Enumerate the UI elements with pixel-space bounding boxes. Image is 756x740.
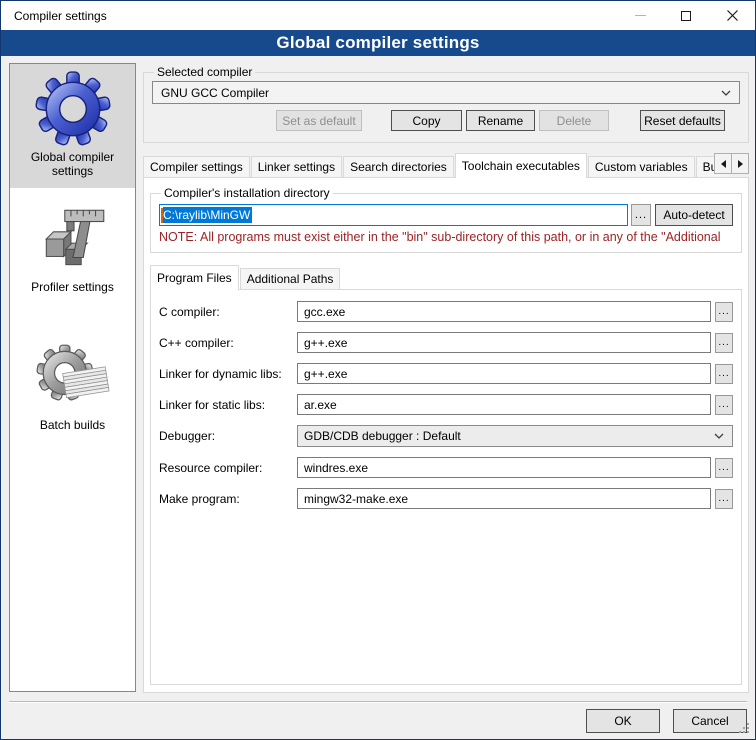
toolchain-executables-page: Compiler's installation directory C:\ray… bbox=[143, 177, 749, 693]
make-program-browse-button[interactable]: ... bbox=[715, 489, 733, 509]
copy-button[interactable]: Copy bbox=[391, 110, 462, 131]
resource-compiler-row: Resource compiler: windres.exe ... bbox=[159, 457, 733, 478]
resource-compiler-input[interactable]: windres.exe bbox=[297, 457, 711, 478]
cpp-compiler-browse-button[interactable]: ... bbox=[715, 333, 733, 353]
blue-gear-icon bbox=[34, 70, 112, 148]
delete-button[interactable]: Delete bbox=[539, 110, 609, 131]
sidebar-item-label: Global compiler settings bbox=[14, 150, 131, 178]
program-tabs: Program Files Additional Paths bbox=[150, 264, 742, 289]
reset-defaults-button[interactable]: Reset defaults bbox=[640, 110, 725, 131]
set-as-default-button[interactable]: Set as default bbox=[276, 110, 362, 131]
compiler-buttons-row: Set as default Copy Rename Delete Reset … bbox=[152, 110, 740, 131]
field-label: Debugger: bbox=[159, 429, 297, 443]
close-button[interactable] bbox=[709, 1, 755, 30]
maximize-icon bbox=[681, 11, 691, 21]
tab-program-files[interactable]: Program Files bbox=[150, 265, 239, 290]
arrow-left-icon bbox=[721, 160, 726, 168]
sidebar-item-profiler-settings[interactable]: Profiler settings bbox=[10, 194, 135, 304]
installation-directory-row: C:\raylib\MinGW ... Auto-detect bbox=[159, 204, 733, 226]
ok-button[interactable]: OK bbox=[586, 709, 660, 733]
linker-static-browse-button[interactable]: ... bbox=[715, 395, 733, 415]
compiler-settings-window: Compiler settings Global compiler settin… bbox=[0, 0, 756, 740]
installation-directory-input[interactable]: C:\raylib\MinGW bbox=[159, 204, 628, 226]
caliper-icon bbox=[34, 200, 112, 278]
browse-directory-button[interactable]: ... bbox=[631, 204, 651, 226]
auto-detect-button[interactable]: Auto-detect bbox=[655, 204, 733, 226]
c-compiler-row: C compiler: gcc.exe ... bbox=[159, 301, 733, 322]
titlebar: Compiler settings bbox=[1, 1, 755, 30]
program-files-page: C compiler: gcc.exe ... C++ compiler: g+… bbox=[150, 289, 742, 685]
tab-linker-settings[interactable]: Linker settings bbox=[251, 156, 342, 177]
field-value: g++.exe bbox=[304, 367, 347, 381]
rename-button[interactable]: Rename bbox=[466, 110, 535, 131]
c-compiler-input[interactable]: gcc.exe bbox=[297, 301, 711, 322]
arrow-right-icon bbox=[738, 160, 743, 168]
linker-dynamic-input[interactable]: g++.exe bbox=[297, 363, 711, 384]
tab-custom-variables[interactable]: Custom variables bbox=[588, 156, 695, 177]
tab-search-directories[interactable]: Search directories bbox=[343, 156, 454, 177]
field-label: Make program: bbox=[159, 492, 297, 506]
tab-additional-paths[interactable]: Additional Paths bbox=[240, 268, 341, 289]
field-value: windres.exe bbox=[304, 461, 368, 475]
minimize-button[interactable] bbox=[617, 1, 663, 30]
maximize-button[interactable] bbox=[663, 1, 709, 30]
linker-static-input[interactable]: ar.exe bbox=[297, 394, 711, 415]
c-compiler-browse-button[interactable]: ... bbox=[715, 302, 733, 322]
cpp-compiler-row: C++ compiler: g++.exe ... bbox=[159, 332, 733, 353]
selected-compiler-group-label: Selected compiler bbox=[154, 65, 255, 79]
close-icon bbox=[727, 10, 738, 21]
field-value: mingw32-make.exe bbox=[304, 492, 408, 506]
field-label: Linker for static libs: bbox=[159, 398, 297, 412]
field-label: C++ compiler: bbox=[159, 336, 297, 350]
dialog-banner: Global compiler settings bbox=[1, 30, 755, 56]
tab-compiler-settings[interactable]: Compiler settings bbox=[143, 156, 250, 177]
linker-dynamic-row: Linker for dynamic libs: g++.exe ... bbox=[159, 363, 733, 384]
compiler-select[interactable]: GNU GCC Compiler bbox=[152, 81, 740, 104]
debugger-select[interactable]: GDB/CDB debugger : Default bbox=[297, 425, 733, 447]
chevron-down-icon bbox=[714, 433, 724, 439]
gray-gear-stack-icon bbox=[34, 338, 112, 416]
linker-static-row: Linker for static libs: ar.exe ... bbox=[159, 394, 733, 415]
installation-directory-value: C:\raylib\MinGW bbox=[163, 207, 252, 223]
field-value: gcc.exe bbox=[304, 305, 345, 319]
selected-compiler-group: Selected compiler GNU GCC Compiler Set a… bbox=[143, 65, 749, 143]
tab-toolchain-executables[interactable]: Toolchain executables bbox=[455, 153, 587, 178]
resize-grip[interactable] bbox=[739, 723, 741, 725]
sidebar-item-label: Batch builds bbox=[14, 418, 131, 432]
field-value: ar.exe bbox=[304, 398, 337, 412]
debugger-select-value: GDB/CDB debugger : Default bbox=[304, 429, 461, 443]
field-label: Linker for dynamic libs: bbox=[159, 367, 297, 381]
settings-tabs: Compiler settings Linker settings Search… bbox=[143, 152, 749, 177]
debugger-row: Debugger: GDB/CDB debugger : Default bbox=[159, 425, 733, 447]
window-title: Compiler settings bbox=[1, 9, 107, 23]
field-label: C compiler: bbox=[159, 305, 297, 319]
settings-category-list: Global compiler settings bbox=[9, 63, 136, 692]
window-controls bbox=[617, 1, 755, 30]
minimize-icon bbox=[635, 15, 646, 16]
sidebar-item-label: Profiler settings bbox=[14, 280, 131, 294]
bin-subdirectory-note: NOTE: All programs must exist either in … bbox=[159, 230, 733, 244]
resource-compiler-browse-button[interactable]: ... bbox=[715, 458, 733, 478]
tab-scroll-left-button[interactable] bbox=[714, 153, 732, 174]
installation-directory-group: Compiler's installation directory C:\ray… bbox=[150, 186, 742, 253]
field-label: Resource compiler: bbox=[159, 461, 297, 475]
chevron-down-icon bbox=[721, 90, 731, 96]
main-panel: Selected compiler GNU GCC Compiler Set a… bbox=[143, 63, 749, 692]
field-value: g++.exe bbox=[304, 336, 347, 350]
make-program-row: Make program: mingw32-make.exe ... bbox=[159, 488, 733, 509]
compiler-select-value: GNU GCC Compiler bbox=[161, 86, 269, 100]
cancel-button[interactable]: Cancel bbox=[673, 709, 747, 733]
linker-dynamic-browse-button[interactable]: ... bbox=[715, 364, 733, 384]
sidebar-item-batch-builds[interactable]: Batch builds bbox=[10, 332, 135, 442]
sidebar-item-global-compiler-settings[interactable]: Global compiler settings bbox=[10, 64, 135, 188]
footer-divider bbox=[9, 701, 747, 703]
make-program-input[interactable]: mingw32-make.exe bbox=[297, 488, 711, 509]
installation-directory-group-label: Compiler's installation directory bbox=[161, 186, 333, 200]
cpp-compiler-input[interactable]: g++.exe bbox=[297, 332, 711, 353]
tab-scroll-right-button[interactable] bbox=[731, 153, 749, 174]
tab-scroll-arrows bbox=[714, 153, 749, 174]
